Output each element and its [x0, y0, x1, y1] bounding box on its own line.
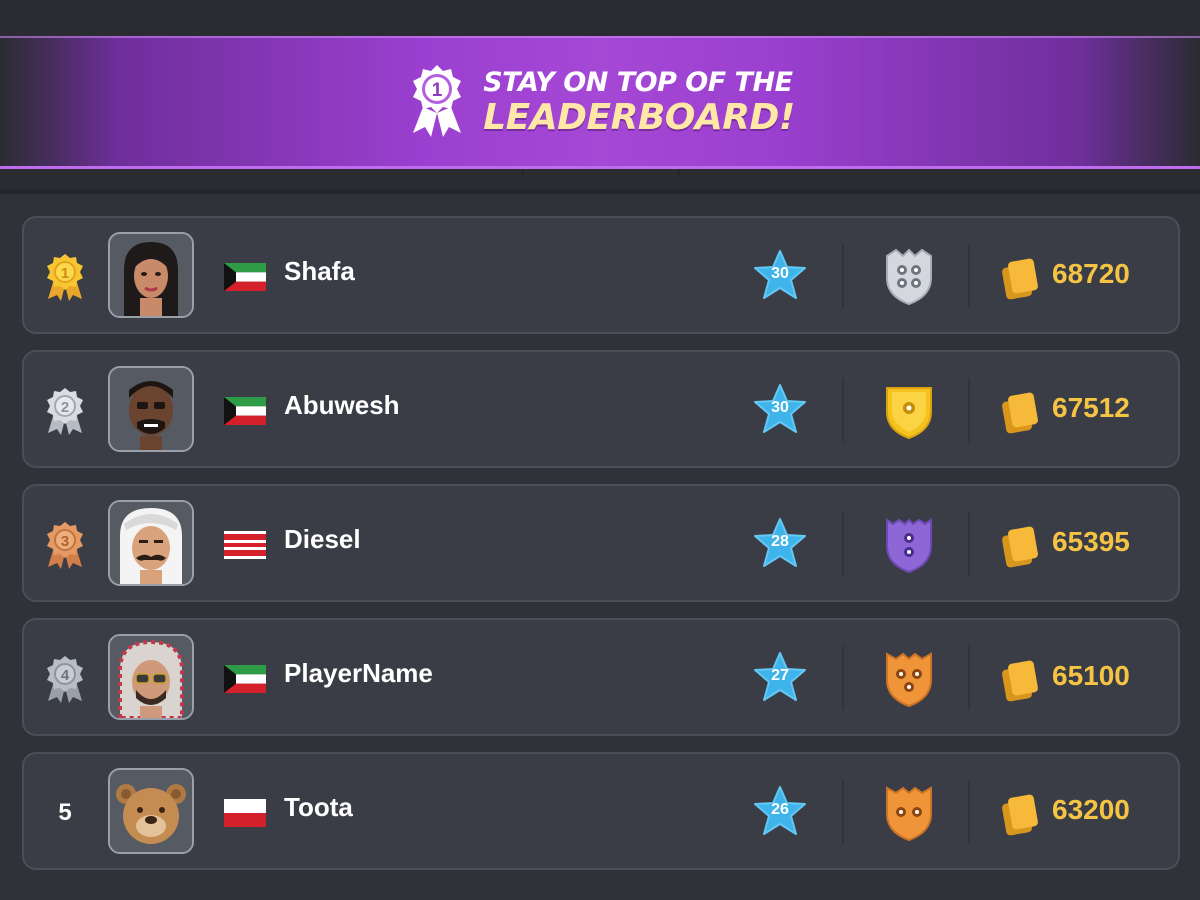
player-name[interactable]: Toota — [284, 792, 353, 823]
leaderboard-row[interactable]: 4 PlayerName 27 65100 — [22, 618, 1180, 736]
level-star-icon: 26 — [752, 784, 808, 840]
leaderboard-row[interactable]: 2 Abuwesh 30 67512 — [22, 350, 1180, 468]
coin-count: 65100 — [1052, 660, 1130, 691]
level-number: 27 — [771, 667, 789, 684]
svg-text:1: 1 — [61, 265, 69, 282]
coin-count: 68720 — [1052, 258, 1130, 289]
player-name[interactable]: Shafa — [284, 256, 355, 287]
svg-text:4: 4 — [61, 667, 70, 684]
leaderboard-list: 1 Shafa 30 68720 2 Abuwesh 30 67512 3 Di… — [22, 216, 1180, 886]
player-name[interactable]: Abuwesh — [284, 390, 400, 421]
column-divider — [842, 646, 844, 710]
svg-text:2: 2 — [61, 399, 69, 416]
avatar[interactable] — [108, 366, 194, 452]
flag-kuwait-icon — [224, 397, 266, 425]
column-divider — [842, 244, 844, 308]
column-divider — [968, 512, 970, 576]
player-name[interactable]: PlayerName — [284, 658, 433, 689]
rank-gold-medal-icon: 1 — [44, 254, 86, 301]
rank-bronze-medal-icon: 3 — [44, 522, 86, 569]
coin-count: 67512 — [1052, 392, 1130, 423]
level-number: 30 — [771, 265, 789, 282]
rank-grey-medal-icon: 4 — [44, 656, 86, 703]
avatar[interactable] — [108, 500, 194, 586]
level-number: 30 — [771, 399, 789, 416]
coin-count: 65395 — [1052, 526, 1130, 557]
level-number: 26 — [771, 801, 789, 818]
level-star-icon: 28 — [752, 516, 808, 572]
level-star-icon: 30 — [752, 382, 808, 438]
column-divider — [968, 646, 970, 710]
coin-count: 63200 — [1052, 794, 1130, 825]
avatar[interactable] — [108, 634, 194, 720]
banner-rank-number: 1 — [432, 80, 443, 101]
column-divider — [842, 512, 844, 576]
leaderboard-banner: 1 STAY ON TOP OF THE LEADERBOARD! — [0, 36, 1200, 169]
coins-icon — [1000, 792, 1040, 836]
leaderboard-row[interactable]: 5 Toota 26 63200 — [22, 752, 1180, 870]
column-divider — [968, 244, 970, 308]
column-divider — [842, 780, 844, 844]
column-divider — [968, 780, 970, 844]
level-number: 28 — [771, 533, 789, 550]
avatar[interactable] — [108, 232, 194, 318]
avatar[interactable] — [108, 768, 194, 854]
flag-bahrain-icon — [224, 531, 266, 559]
level-star-icon: 27 — [752, 650, 808, 706]
flag-poland-icon — [224, 799, 266, 827]
coins-icon — [1000, 658, 1040, 702]
svg-text:3: 3 — [61, 533, 69, 550]
rank-label: 5 — [58, 799, 72, 826]
banner-title-line2: LEADERBOARD! — [483, 96, 795, 138]
level-star-icon: 30 — [752, 248, 808, 304]
coins-icon — [1000, 256, 1040, 300]
coins-icon — [1000, 524, 1040, 568]
league-orange-shield-icon — [884, 650, 934, 708]
leaderboard-row[interactable]: 3 Diesel 28 65395 — [22, 484, 1180, 602]
rank-silver-medal-icon: 2 — [44, 388, 86, 435]
column-divider — [968, 378, 970, 442]
flag-kuwait-icon — [224, 263, 266, 291]
player-name[interactable]: Diesel — [284, 524, 361, 555]
leaderboard-row[interactable]: 1 Shafa 30 68720 — [22, 216, 1180, 334]
league-gold-shield-icon — [884, 382, 934, 440]
rank-number: 5 — [44, 790, 86, 836]
league-orange-shield-icon — [884, 784, 934, 842]
flag-kuwait-icon — [224, 665, 266, 693]
banner-title-line1: STAY ON TOP OF THE — [483, 66, 793, 98]
rosette-icon: 1 — [405, 63, 469, 141]
league-purple-shield-icon — [884, 516, 934, 574]
league-silver-shield-icon — [884, 248, 934, 306]
column-divider — [842, 378, 844, 442]
coins-icon — [1000, 390, 1040, 434]
